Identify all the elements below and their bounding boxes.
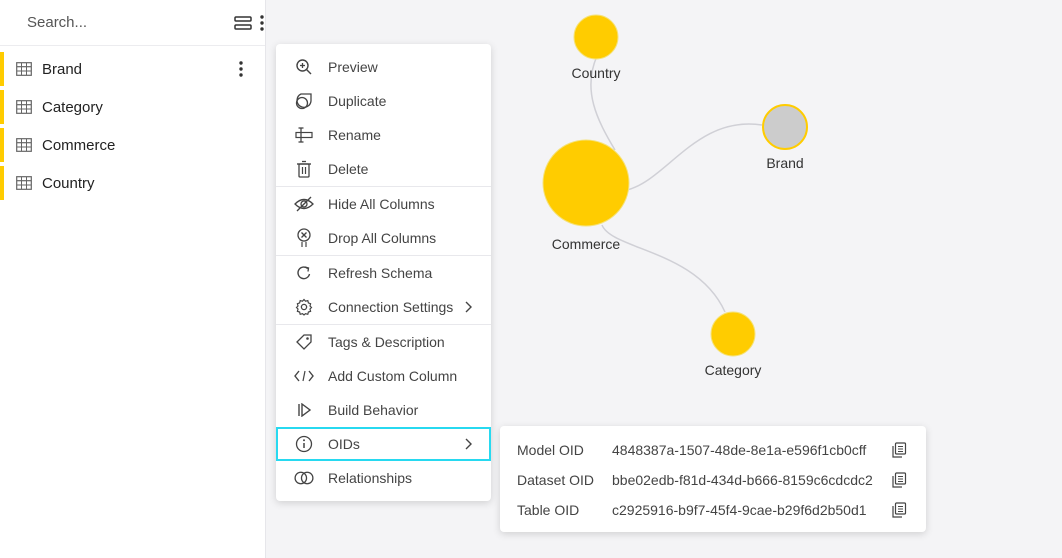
chevron-right-icon [465, 438, 472, 450]
table-icon [16, 62, 32, 76]
trash-icon [297, 160, 311, 178]
duplicate-icon [295, 93, 312, 110]
behavior-icon [298, 403, 312, 417]
menu-item-build-behavior[interactable]: Build Behavior [276, 393, 491, 427]
table-item-label: Brand [42, 60, 83, 78]
menu-item-preview[interactable]: Preview [276, 50, 491, 84]
code-icon [294, 370, 314, 382]
oid-value: 4848387a-1507-48de-8e1a-e596f1cb0cff [612, 442, 867, 458]
graph-node-country[interactable] [573, 14, 619, 60]
info-icon [295, 435, 313, 453]
refresh-icon [297, 266, 311, 280]
oid-row-model: Model OID 4848387a-1507-48de-8e1a-e596f1… [500, 435, 926, 465]
list-view-icon [234, 15, 252, 30]
table-accent-bar [0, 128, 4, 162]
graph-node-brand[interactable] [762, 104, 808, 150]
edge-commerce-category [601, 224, 726, 313]
table-accent-bar [0, 166, 4, 200]
edge-commerce-brand [626, 123, 763, 191]
sidebar: Brand Category Commerce Country [0, 0, 266, 558]
menu-item-label: Build Behavior [328, 402, 419, 418]
menu-item-relationships[interactable]: Relationships [276, 461, 491, 495]
copy-icon[interactable] [891, 502, 907, 518]
menu-item-label: Hide All Columns [328, 196, 435, 212]
menu-item-hide-all-columns[interactable]: Hide All Columns [276, 187, 491, 221]
table-item-brand[interactable]: Brand [0, 50, 265, 88]
menu-group: Refresh Schema Connection Settings [276, 256, 491, 325]
tag-icon [296, 334, 312, 350]
menu-group: Preview Duplicate Rename Delete [276, 50, 491, 187]
search-bar [0, 0, 265, 46]
copy-icon[interactable] [891, 442, 907, 458]
graph-node-label-commerce: Commerce [551, 236, 621, 252]
menu-item-label: Preview [328, 59, 378, 75]
menu-item-label: Rename [328, 127, 381, 143]
sidebar-more-button[interactable] [260, 13, 264, 33]
menu-group: Hide All Columns Drop All Columns [276, 187, 491, 256]
table-item-label: Country [42, 174, 95, 192]
menu-item-label: Drop All Columns [328, 230, 437, 246]
oid-row-table: Table OID c2925916-b9f7-45f4-9cae-b29f6d… [500, 495, 926, 525]
graph-node-commerce[interactable] [542, 139, 630, 227]
table-icon [16, 138, 32, 152]
eye-off-icon [294, 196, 314, 212]
table-context-menu: Preview Duplicate Rename Delete Hide All… [276, 44, 491, 501]
menu-item-refresh-schema[interactable]: Refresh Schema [276, 256, 491, 290]
graph-node-category[interactable] [710, 311, 756, 357]
oid-label: Model OID [517, 442, 584, 458]
oid-value: c2925916-b9f7-45f4-9cae-b29f6d2b50d1 [612, 502, 867, 518]
table-accent-bar [0, 52, 4, 86]
layout-toggle-button[interactable] [234, 13, 252, 33]
menu-item-label: Tags & Description [328, 334, 445, 350]
menu-item-drop-all-columns[interactable]: Drop All Columns [276, 221, 491, 255]
menu-group: Tags & Description Add Custom Column Bui… [276, 325, 491, 495]
menu-item-label: Connection Settings [328, 299, 454, 315]
menu-item-delete[interactable]: Delete [276, 152, 491, 186]
oid-value: bbe02edb-f81d-434d-b666-8159c6cdcdc2 [612, 472, 873, 488]
table-item-country[interactable]: Country [0, 164, 265, 202]
menu-item-label: Delete [328, 161, 369, 177]
table-item-category[interactable]: Category [0, 88, 265, 126]
table-icon [16, 176, 32, 190]
oid-row-dataset: Dataset OID bbe02edb-f81d-434d-b666-8159… [500, 465, 926, 495]
menu-item-add-custom-column[interactable]: Add Custom Column [276, 359, 491, 393]
menu-item-label: Refresh Schema [328, 265, 433, 281]
gear-icon [295, 298, 313, 316]
menu-item-rename[interactable]: Rename [276, 118, 491, 152]
table-list: Brand Category Commerce Country [0, 46, 265, 202]
table-item-label: Commerce [42, 136, 116, 154]
menu-item-label: Duplicate [328, 93, 387, 109]
table-icon [16, 100, 32, 114]
menu-item-duplicate[interactable]: Duplicate [276, 84, 491, 118]
menu-item-connection-settings[interactable]: Connection Settings [276, 290, 491, 324]
menu-item-tags-description[interactable]: Tags & Description [276, 325, 491, 359]
table-more-button[interactable] [231, 59, 251, 79]
graph-node-label-category: Category [704, 362, 762, 378]
more-vertical-icon [260, 14, 264, 31]
chevron-right-icon [465, 301, 472, 313]
table-accent-bar [0, 90, 4, 124]
oid-label: Table OID [517, 502, 580, 518]
search-input[interactable] [27, 14, 226, 31]
table-item-label: Category [42, 98, 103, 116]
menu-item-label: Relationships [328, 470, 413, 486]
menu-item-oids[interactable]: OIDs [276, 427, 491, 461]
oid-label: Dataset OID [517, 472, 595, 488]
menu-item-label: Add Custom Column [328, 368, 458, 384]
menu-item-label: OIDs [328, 436, 360, 452]
copy-icon[interactable] [891, 472, 907, 488]
relationships-icon [294, 471, 314, 485]
rename-icon [295, 127, 313, 143]
zoom-in-icon [296, 59, 312, 75]
table-item-commerce[interactable]: Commerce [0, 126, 265, 164]
graph-node-label-country: Country [571, 65, 621, 81]
oids-submenu: Model OID 4848387a-1507-48de-8e1a-e596f1… [500, 426, 926, 532]
graph-node-label-brand: Brand [766, 155, 804, 171]
more-vertical-icon [239, 61, 243, 77]
drop-icon [297, 228, 311, 247]
